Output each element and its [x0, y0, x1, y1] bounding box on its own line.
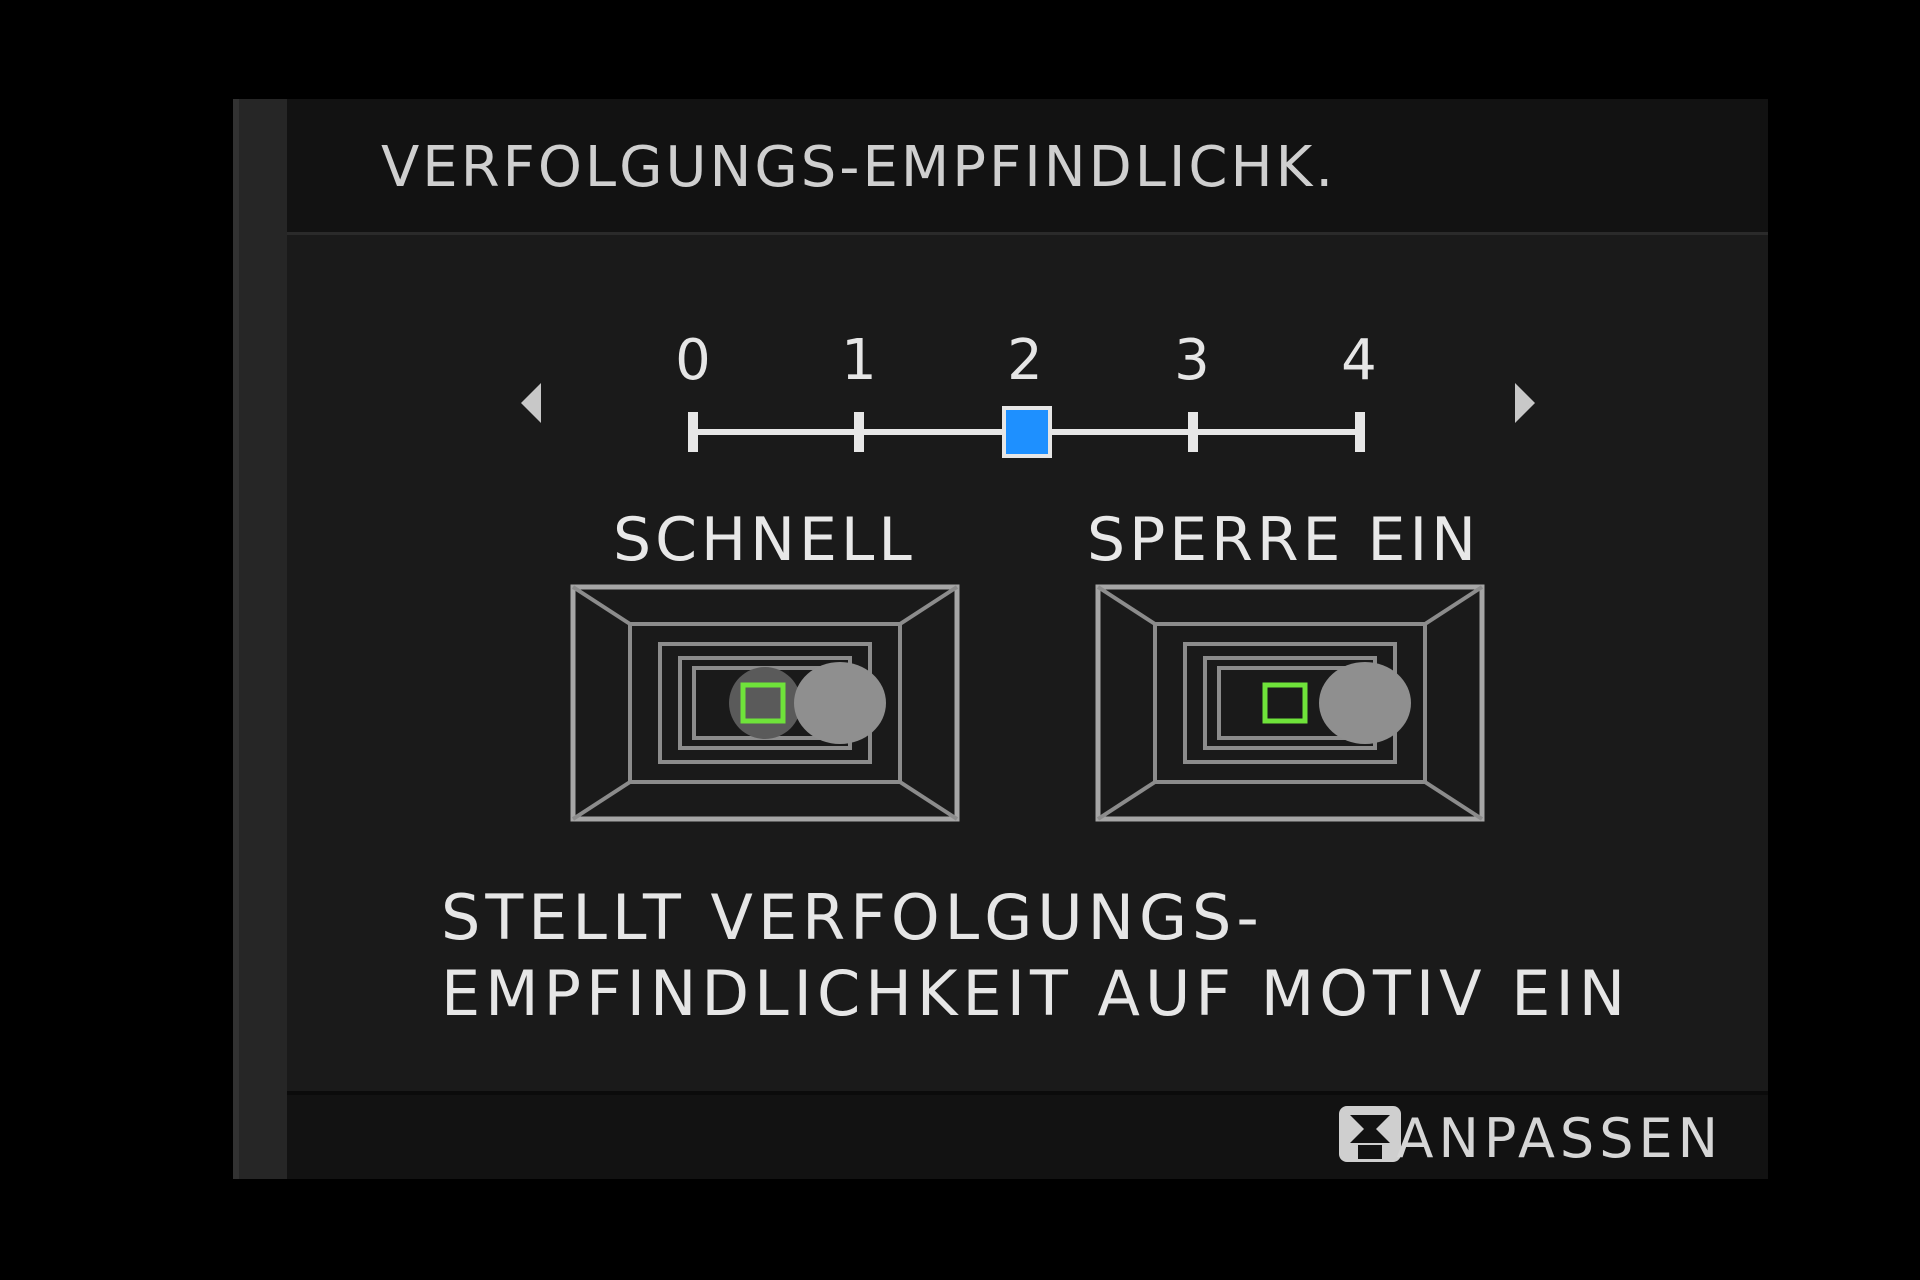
header-bar: VERFOLGUNGS-EMPFINDLICHK. — [287, 99, 1768, 235]
description-line-2: EMPFINDLICHKEIT AUF MOTIV EIN — [441, 957, 1631, 1030]
description-text: STELLT VERFOLGUNGS- EMPFINDLICHKEIT AUF … — [441, 880, 1630, 1032]
slider-tick-3 — [1188, 412, 1198, 452]
description-line-1: STELLT VERFOLGUNGS- — [441, 881, 1264, 954]
custom-button-icon — [1339, 1106, 1401, 1162]
focus-frame-icon — [1262, 682, 1308, 724]
mode-label-lock-on: SPERRE EIN — [1087, 505, 1481, 575]
subject-icon — [1319, 662, 1411, 744]
arrow-left-icon[interactable] — [521, 383, 541, 423]
subject-shadow — [729, 667, 801, 739]
tick-label-4: 4 — [1341, 328, 1377, 393]
customize-label[interactable]: ANPASSEN — [1397, 1107, 1723, 1170]
fast-tracking-illustration — [570, 584, 960, 822]
lock-on-illustration — [1095, 584, 1485, 822]
slider-tick-4 — [1355, 412, 1365, 452]
sensitivity-slider[interactable] — [680, 400, 1380, 470]
subject-icon — [794, 662, 886, 744]
slider-tick-0 — [688, 412, 698, 452]
page-title: VERFOLGUNGS-EMPFINDLICHK. — [381, 135, 1337, 200]
arrow-right-icon[interactable] — [1515, 383, 1535, 423]
slider-thumb — [1002, 406, 1052, 458]
tick-label-0: 0 — [675, 328, 711, 393]
tick-label-3: 3 — [1174, 328, 1210, 393]
tick-label-1: 1 — [841, 328, 877, 393]
side-strip — [233, 99, 287, 1179]
footer-bar: ANPASSEN — [287, 1091, 1768, 1179]
tick-label-2: 2 — [1007, 328, 1043, 393]
mode-label-fast: SCHNELL — [613, 505, 916, 575]
slider-tick-1 — [854, 412, 864, 452]
